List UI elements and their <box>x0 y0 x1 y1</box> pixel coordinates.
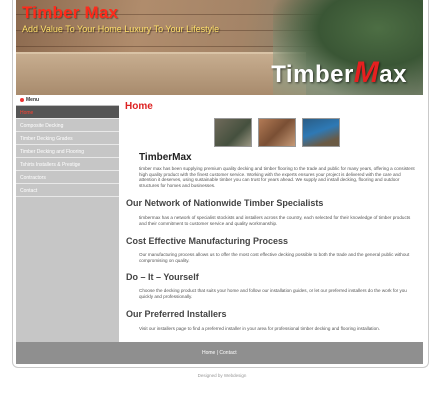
brand-heading: TimberMax <box>139 152 192 163</box>
section-paragraph: Choose the decking product that suits yo… <box>139 288 407 299</box>
deck-rail-graphic <box>16 52 306 95</box>
brand-paragraph: timber max has been supplying premium qu… <box>139 166 415 188</box>
page-title: Home <box>125 101 153 112</box>
sidebar-item-installers[interactable]: Tshirts Installers & Prestige <box>16 158 119 171</box>
site-title[interactable]: Timber Max <box>22 3 118 23</box>
sidebar-item-timber-decking-grades[interactable]: Timber Decking Grades <box>16 132 119 145</box>
site-tagline: Add Value To Your Home Luxury To Your Li… <box>22 24 220 34</box>
section-paragraph: Our manufacturing process allows us to o… <box>139 252 410 263</box>
logo: TimberMax <box>271 56 407 89</box>
footer-bar: Home | Contact <box>16 342 423 364</box>
section-heading: Cost Effective Manufacturing Process <box>126 236 289 246</box>
main-content: Home TimberMax timber max has been suppl… <box>119 95 423 342</box>
sidebar-item-home[interactable]: Home <box>16 106 119 119</box>
section-heading: Do – It – Yourself <box>126 272 199 282</box>
menu-heading: Menu <box>16 95 119 106</box>
sidebar-item-timber-decking-flooring[interactable]: Timber Decking and Flooring <box>16 145 119 158</box>
sidebar-item-contractors[interactable]: Contractors <box>16 171 119 184</box>
installers-link[interactable]: Visit our installers page to find a pref… <box>139 326 416 332</box>
section-paragraph: timbermax has a network of specialist st… <box>139 215 411 226</box>
section-heading: Our Preferred Installers <box>126 309 227 319</box>
sidebar-item-contact[interactable]: Contact <box>16 184 119 197</box>
site-header: Timber Max Add Value To Your Home Luxury… <box>16 0 423 95</box>
section-heading: Our Network of Nationwide Timber Special… <box>126 198 324 208</box>
deck-photo-thumbnail[interactable] <box>214 118 252 147</box>
deck-photo-thumbnail[interactable] <box>258 118 296 147</box>
bullet-icon <box>20 97 24 102</box>
sidebar-item-composite-decking[interactable]: Composite Decking <box>16 119 119 132</box>
sidebar: Menu Home Composite Decking Timber Decki… <box>16 95 119 361</box>
footer-links[interactable]: Home | Contact <box>202 350 237 356</box>
footer-credit[interactable]: Designed by Webdesign <box>0 373 444 378</box>
pool-photo-thumbnail[interactable] <box>302 118 340 147</box>
